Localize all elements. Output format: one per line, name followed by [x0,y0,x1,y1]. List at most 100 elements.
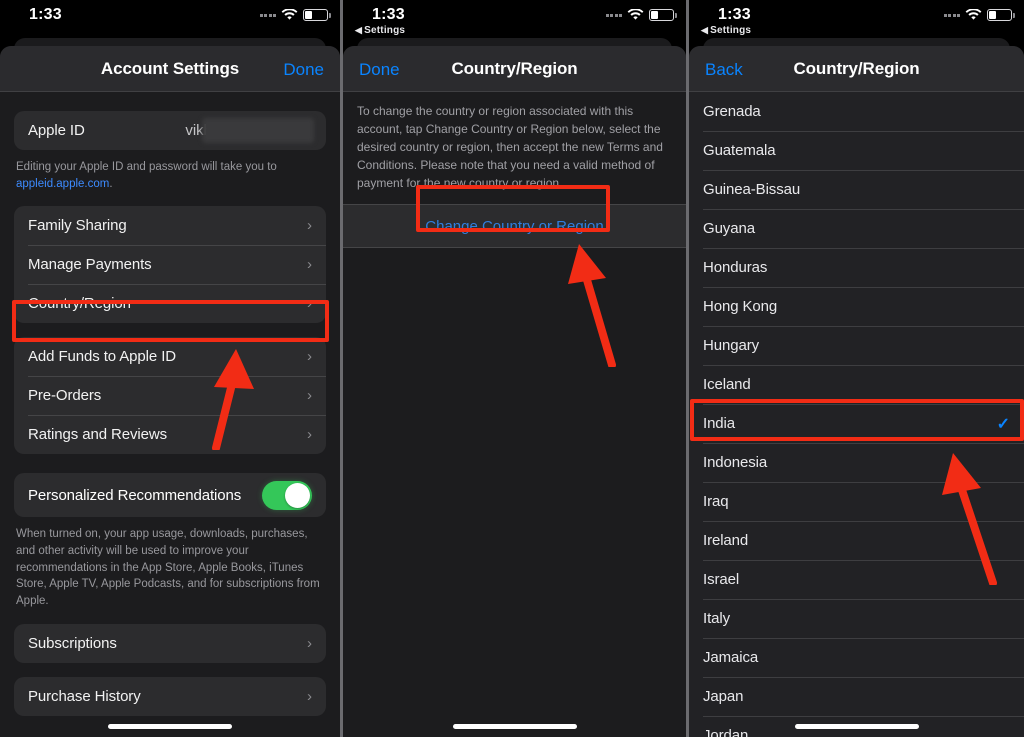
country-row[interactable]: Japan [689,677,1024,716]
toggle-knob [285,482,310,508]
row-manage-payments[interactable]: Manage Payments › [14,245,326,284]
row-label: Pre-Orders [28,387,102,405]
back-triangle-icon: ◀ [701,24,709,35]
row-label: Family Sharing [28,217,127,235]
country-row[interactable]: Israel [689,560,1024,599]
panel-country-region-info: 1:33 ◀ Settings Done Country/Region To ch… [343,0,686,737]
panel-country-list: 1:33 ◀ Settings Back Country/Region Grena… [689,0,1024,737]
account-group-2: Add Funds to Apple ID › Pre-Orders › Rat… [14,337,326,455]
row-label: Purchase History [28,687,141,705]
appleid-link[interactable]: appleid.apple.com [16,178,109,190]
row-personalized-recommendations[interactable]: Personalized Recommendations [14,473,326,517]
status-bar: 1:33 ◀ Settings [689,0,1024,36]
country-row[interactable]: Iceland [689,365,1024,404]
panel-divider [686,0,689,737]
change-country-or-region-button[interactable]: Change Country or Region [343,204,686,248]
panel-divider [340,0,343,737]
country-row[interactable]: Guyana [689,209,1024,248]
country-name: Indonesia [703,454,768,471]
apple-id-footnote-period: . [109,177,113,190]
status-bar-back-to-settings[interactable]: ◀ Settings [701,24,752,37]
apple-id-redaction-overlay [202,118,314,143]
page-title: Country/Region [793,59,920,78]
subscriptions-group: Subscriptions › [14,623,326,663]
apple-id-group: Apple ID vikhyat [14,111,326,150]
status-bar-time: 1:33 [372,6,405,23]
status-bar-right-icons [259,9,331,21]
status-bar-time: 1:33 [718,6,751,23]
change-country-or-region-label: Change Country or Region [425,217,604,235]
home-indicator[interactable] [794,724,919,729]
row-label: Manage Payments [28,256,152,274]
country-row[interactable]: Ireland [689,521,1024,560]
country-picker-sheet: Back Country/Region Grenada Guatemala Guin… [689,46,1024,737]
row-label: Ratings and Reviews [28,426,168,444]
country-name: India [703,415,736,432]
row-label: Country/Region [28,295,131,313]
chevron-right-icon: › [307,634,312,652]
personalized-recommendations-group: Personalized Recommendations [14,473,326,518]
country-name: Guatemala [703,142,776,159]
country-name: Guinea-Bissau [703,181,801,198]
row-country-region[interactable]: Country/Region › [14,284,326,323]
wifi-icon [627,9,644,21]
chevron-right-icon: › [307,687,312,705]
apple-id-row[interactable]: Apple ID vikhyat [14,111,326,150]
apple-id-footnote-text: Editing your Apple ID and password will … [16,161,277,173]
country-row[interactable]: Honduras [689,248,1024,287]
home-indicator[interactable] [108,724,232,729]
back-triangle-icon: ◀ [355,24,363,35]
row-pre-orders[interactable]: Pre-Orders › [14,376,326,415]
country-name: Italy [703,610,731,627]
country-row[interactable]: Indonesia [689,443,1024,482]
row-subscriptions[interactable]: Subscriptions › [14,624,326,663]
chevron-right-icon: › [307,217,312,235]
country-name: Israel [703,571,740,588]
status-bar-back-to-settings[interactable]: ◀ Settings [355,24,405,37]
personalized-recommendations-toggle[interactable] [262,480,312,510]
country-row[interactable]: Jamaica [689,638,1024,677]
country-row[interactable]: Italy [689,599,1024,638]
home-indicator[interactable] [452,724,577,729]
country-row[interactable]: Grenada [689,92,1024,131]
personalized-recommendations-footnote: When turned on, your app usage, download… [16,528,320,608]
country-row[interactable]: Hong Kong [689,287,1024,326]
country-row[interactable]: Guatemala [689,131,1024,170]
country-name: Honduras [703,259,768,276]
row-add-funds[interactable]: Add Funds to Apple ID › [14,337,326,376]
account-group-1: Family Sharing › Manage Payments › Count… [14,206,326,324]
chevron-right-icon: › [307,256,312,274]
country-list[interactable]: Grenada Guatemala Guinea-Bissau Guyana Hondu… [689,92,1024,737]
battery-icon [303,9,331,21]
battery-icon [987,9,1015,21]
chevron-right-icon: › [307,426,312,444]
status-bar: 1:33 [0,0,340,30]
country-row[interactable]: Iraq [689,482,1024,521]
country-name: Grenada [703,103,761,120]
country-name: Japan [703,688,744,705]
battery-icon [649,9,677,21]
country-name: Iceland [703,376,751,393]
panel-account-settings: 1:33 Account Settings Done Apple ID Edit… [0,0,340,737]
row-purchase-history[interactable]: Purchase History › [14,677,326,716]
country-name: Hungary [703,337,759,354]
screenshot-stage: 1:33 Account Settings Done Apple ID Edit… [0,0,1024,737]
country-row[interactable]: Hungary [689,326,1024,365]
country-row[interactable]: Guinea-Bissau [689,170,1024,209]
country-row[interactable]: India ✓ [689,404,1024,443]
country-name: Hong Kong [703,298,778,315]
navigation-bar: Account Settings Done [0,46,340,92]
apple-id-footnote: Editing your Apple ID and password will … [16,159,324,192]
back-label: Settings [710,25,752,36]
wifi-icon [965,9,982,21]
wifi-icon [281,9,298,21]
toggle-label: Personalized Recommendations [28,486,242,504]
country-region-intro-text: To change the country or region associat… [357,104,663,190]
checkmark-icon: ✓ [996,415,1010,433]
country-name: Iraq [703,493,729,510]
row-family-sharing[interactable]: Family Sharing › [14,206,326,245]
apple-id-label: Apple ID [28,122,85,139]
cellular-dots-icon [259,13,276,17]
row-ratings-reviews[interactable]: Ratings and Reviews › [14,415,326,454]
done-button[interactable]: Done [283,60,324,80]
